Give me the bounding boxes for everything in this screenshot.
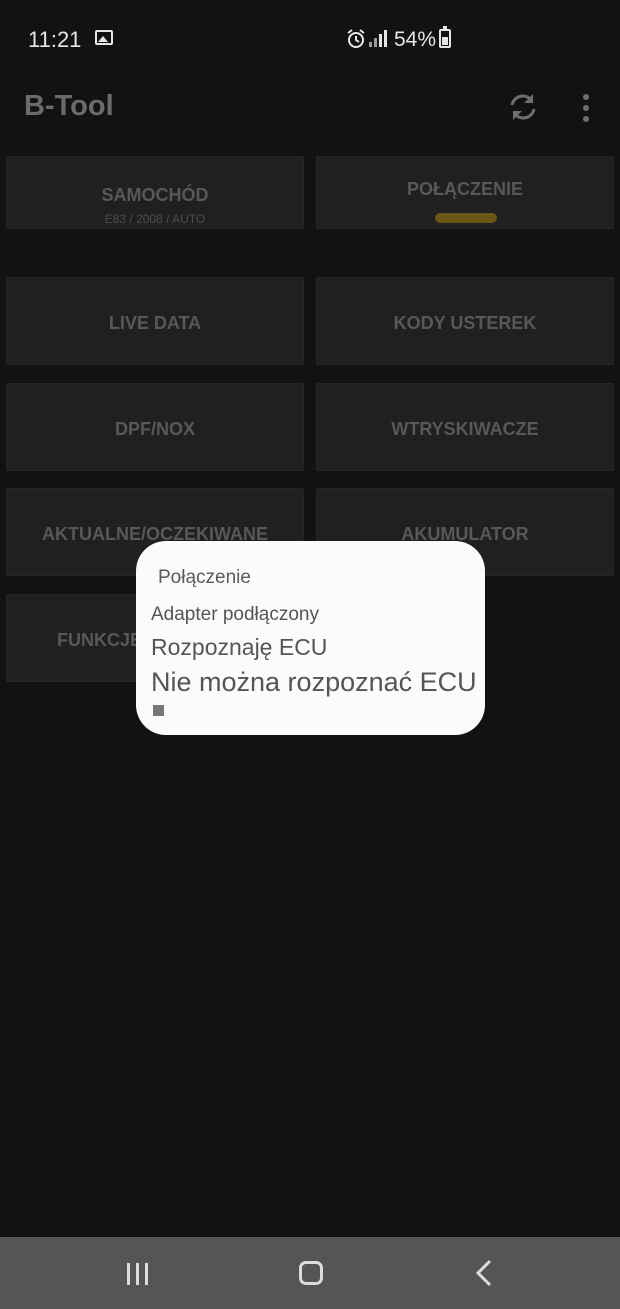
navigation-bar — [0, 1237, 620, 1309]
signal-icon — [369, 30, 387, 47]
car-tile-label: SAMOCHÓD — [101, 185, 209, 205]
car-tile-subtitle: E83 / 2008 / AUTO — [104, 212, 206, 226]
car-tile[interactable]: SAMOCHÓD E83 / 2008 / AUTO — [6, 156, 304, 229]
status-bar: 11:21 54% — [0, 0, 620, 78]
fault-codes-tile-label: KODY USTEREK — [393, 313, 537, 333]
app-title: B-Tool — [24, 90, 114, 122]
live-data-tile[interactable]: LIVE DATA — [6, 277, 304, 365]
dpf-nox-tile[interactable]: DPF/NOX — [6, 383, 304, 471]
fault-codes-tile[interactable]: KODY USTEREK — [316, 277, 614, 365]
dialog-status-adapter: Adapter podłączony — [151, 604, 319, 625]
connection-tile[interactable]: POŁĄCZENIE — [316, 156, 614, 229]
home-icon[interactable] — [299, 1261, 323, 1285]
dialog-status-recognizing: Rozpoznaję ECU — [151, 634, 328, 660]
battery-icon — [439, 26, 451, 48]
stop-icon[interactable] — [153, 705, 164, 716]
alarm-icon — [347, 29, 365, 48]
connection-dialog: Połączenie Adapter podłączony Rozpoznaję… — [136, 541, 485, 735]
injectors-tile[interactable]: WTRYSKIWACZE — [316, 383, 614, 471]
status-time: 11:21 — [28, 27, 82, 52]
connection-tile-label: POŁĄCZENIE — [406, 179, 523, 199]
injectors-tile-label: WTRYSKIWACZE — [391, 419, 539, 439]
battery-percent: 54% — [394, 28, 437, 51]
back-icon[interactable] — [474, 1259, 494, 1287]
connection-status-bar — [435, 213, 497, 223]
live-data-tile-label: LIVE DATA — [108, 313, 202, 333]
image-icon — [95, 30, 113, 45]
dialog-status-error: Nie można rozpoznać ECU — [151, 667, 477, 697]
dialog-title: Połączenie — [158, 567, 251, 588]
refresh-icon[interactable] — [506, 90, 540, 124]
app-bar: B-Tool — [0, 78, 620, 140]
dpf-nox-tile-label: DPF/NOX — [114, 419, 195, 439]
recents-icon[interactable] — [126, 1263, 150, 1285]
more-vert-icon[interactable] — [576, 93, 596, 123]
